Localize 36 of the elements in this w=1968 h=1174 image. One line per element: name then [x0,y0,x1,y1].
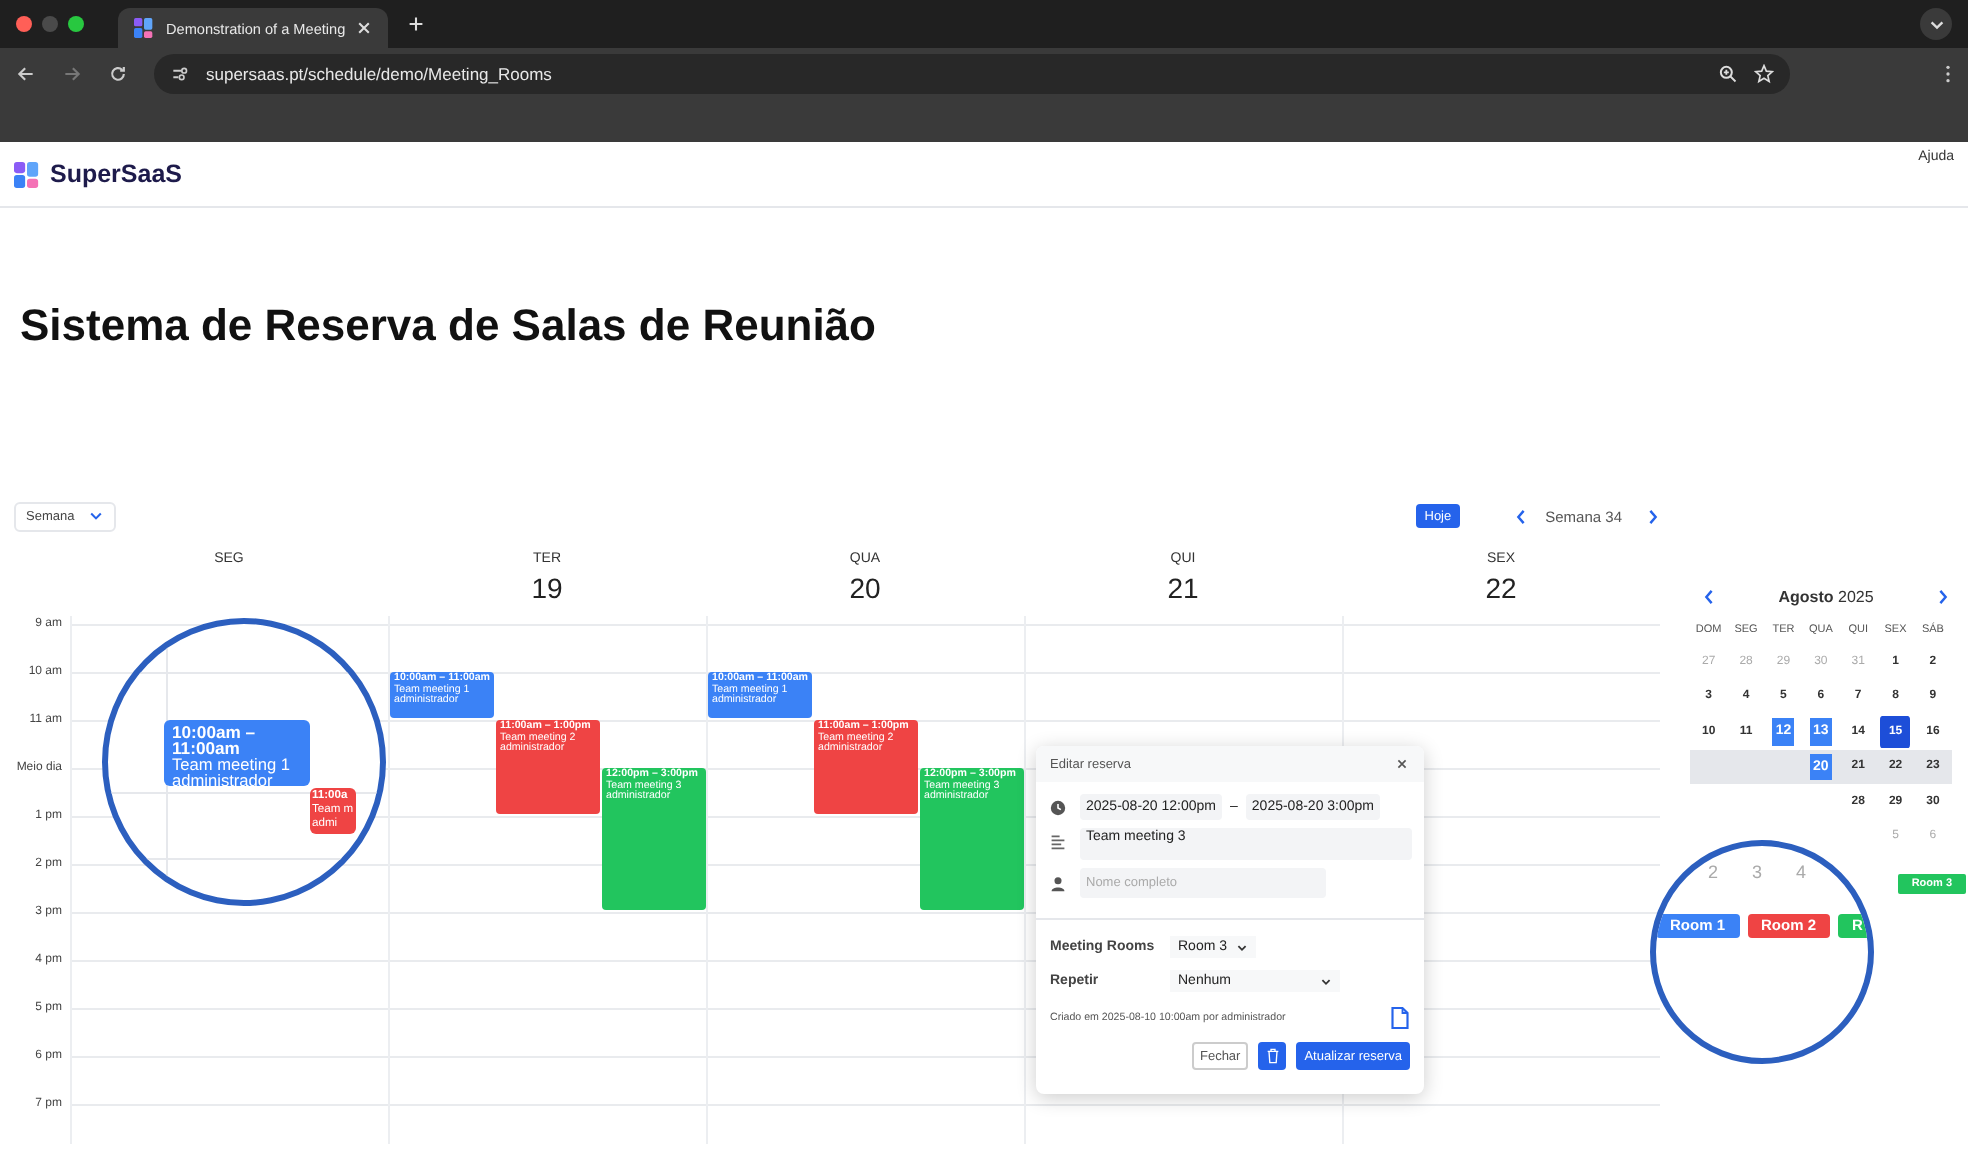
clock-icon [1050,799,1066,815]
delete-button[interactable] [1258,1042,1287,1070]
text-lines-icon [1050,834,1066,850]
day-date: 19 [531,572,563,604]
menu-icon[interactable] [1944,64,1952,84]
month-title: Agosto 2025 [1778,588,1874,606]
day-date: 21 [1167,572,1199,604]
caret-icon [1235,941,1248,953]
tab-search-button[interactable] [1920,8,1952,40]
logo-text[interactable]: SuperSaaS [50,160,183,188]
app-logo-icon [134,18,154,38]
page-title: Sistema de Reserva de Salas de Reunião [20,298,878,354]
site-info-icon[interactable] [170,64,190,84]
person-icon [1050,875,1066,891]
next-icon[interactable] [1646,507,1660,525]
new-tab-icon[interactable] [408,16,424,32]
previous-icon[interactable] [1702,588,1716,606]
maximize-window-button[interactable] [68,16,84,32]
day-date: 20 [849,572,881,604]
trash-icon [1265,1048,1280,1064]
address-bar[interactable]: supersaas.pt/schedule/demo/Meeting_Rooms [154,54,1790,94]
day-date: 22 [1485,572,1517,604]
close-window-button[interactable] [16,16,32,32]
calendar-event[interactable]: 10:00am – 11:00am Team meeting 1 administrador [164,720,310,786]
previous-icon[interactable] [1513,507,1528,525]
back-icon[interactable] [16,64,36,84]
star-icon[interactable] [1754,64,1774,84]
zoom-icon[interactable] [1718,64,1738,84]
calendar-file-icon[interactable] [1390,1006,1410,1030]
forward-icon[interactable] [62,64,82,84]
caret-icon [1320,975,1332,987]
next-icon[interactable] [1936,588,1950,606]
app-logo-icon [14,161,40,187]
caret-icon [88,508,104,524]
close-icon[interactable] [1396,758,1408,770]
reload-icon[interactable] [108,64,128,84]
